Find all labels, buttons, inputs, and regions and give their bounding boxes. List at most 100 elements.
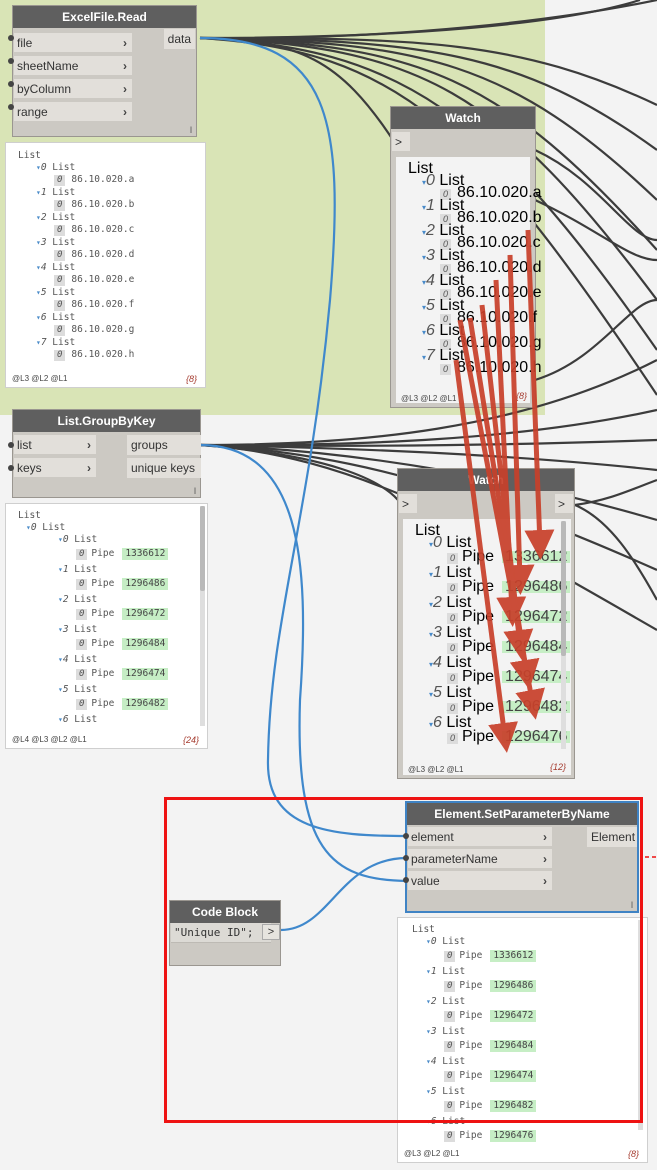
list-index-badge: 0 — [444, 981, 456, 992]
input-port-file[interactable]: file › — [14, 33, 132, 53]
scrollbar-thumb[interactable] — [200, 506, 205, 591]
element-type: Pipe — [459, 1130, 483, 1141]
list-label: List — [74, 714, 98, 725]
list-value: 86.10.020.h — [457, 359, 542, 376]
output-port-data[interactable]: data — [163, 29, 195, 49]
input-port-element[interactable]: element › — [408, 827, 552, 847]
input-port-watch[interactable]: > — [399, 494, 417, 514]
list-index-badge: 0 — [444, 951, 456, 962]
watch-node-2[interactable]: Watch > > List ▾0 List 0 Pipe 1336612 ▾1 List… — [397, 468, 575, 779]
list-label: List — [442, 1116, 466, 1127]
dynamo-canvas[interactable]: ExcelFile.Read file › sheetName › byColumn… — [0, 0, 657, 1170]
port-connector-dot[interactable] — [403, 833, 409, 839]
item-count: {8} — [185, 374, 197, 384]
setparameter-preview[interactable]: List ▾0 List 0 Pipe 1336612 ▾1 List 0 Pipe 12964… — [397, 917, 648, 1163]
preview-line: ▾5 List — [36, 287, 75, 299]
port-connector-dot[interactable] — [8, 442, 14, 448]
input-port-list[interactable]: list › — [14, 435, 96, 455]
port-connector-dot[interactable] — [403, 855, 409, 861]
input-port-range[interactable]: range › — [14, 102, 132, 122]
item-count: {24} — [182, 735, 199, 745]
excel-file-read-node[interactable]: ExcelFile.Read file › sheetName › byColumn… — [12, 5, 197, 137]
list-label: List — [52, 337, 76, 348]
port-label: file — [17, 36, 33, 50]
element-type: Pipe — [459, 1070, 483, 1081]
list-index-badge: 0 — [54, 350, 66, 361]
port-connector-dot[interactable] — [403, 877, 409, 883]
element-type: Pipe — [91, 548, 115, 559]
list-index-badge: 0 — [440, 364, 452, 375]
chevron-right-icon: › — [543, 874, 547, 888]
list-index: 1 — [430, 966, 437, 977]
list-index: 2 — [426, 222, 435, 239]
list-index: 2 — [62, 594, 69, 605]
list-value: 86.10.020.a — [71, 174, 135, 185]
port-connector-dot[interactable] — [8, 81, 14, 87]
element-type: Pipe — [462, 698, 495, 715]
preview-line: ▾3 List — [58, 624, 97, 636]
input-port-parametername[interactable]: parameterName › — [408, 849, 552, 869]
code-block-editor[interactable]: "Unique ID"; — [171, 923, 271, 943]
watch-preview[interactable]: List ▾0 List 0 86.10.020.a ▾1 List 0 86.10.020… — [396, 157, 542, 403]
node-title: ExcelFile.Read — [13, 6, 196, 28]
output-port-watch[interactable]: > — [555, 494, 573, 514]
list-index: 6 — [430, 1116, 437, 1127]
port-connector-dot[interactable] — [8, 35, 14, 41]
scrollbar-thumb[interactable] — [561, 521, 566, 656]
list-root-label: List — [18, 510, 41, 521]
list-index-badge: 0 — [54, 300, 66, 311]
list-value: 1296486 — [122, 578, 169, 590]
port-connector-dot[interactable] — [8, 104, 14, 110]
element-type: Pipe — [462, 668, 495, 685]
list-index: 5 — [40, 287, 47, 298]
list-value: 86.10.020.d — [457, 259, 542, 276]
input-port-sheetname[interactable]: sheetName › — [14, 56, 132, 76]
list-index: 1 — [433, 564, 442, 581]
preview-line: 0 Pipe 1296472 — [444, 1010, 537, 1022]
preview-line: ▾6 List — [426, 1116, 465, 1128]
output-port-code-block[interactable]: > — [262, 924, 280, 940]
list-label: List — [74, 624, 98, 635]
element-type: Pipe — [462, 548, 495, 565]
list-levels: @L3 @L2 @L1 — [408, 765, 464, 774]
list-groupbykey-node[interactable]: List.GroupByKey list › keys › groups uniqu… — [12, 409, 201, 498]
output-port-element[interactable]: Element — [587, 827, 637, 847]
input-port-keys[interactable]: keys › — [14, 458, 96, 478]
preview-line: ▾0 List — [36, 162, 75, 174]
chevron-right-icon: › — [543, 830, 547, 844]
list-index: 0 — [430, 936, 437, 947]
port-connector-dot[interactable] — [8, 465, 14, 471]
input-port-bycolumn[interactable]: byColumn › — [14, 79, 132, 99]
list-index-badge: 0 — [76, 549, 88, 560]
list-index-badge: 0 — [447, 703, 459, 714]
preview-line: 0 Pipe 1296472 — [447, 609, 571, 625]
input-port-value[interactable]: value › — [408, 871, 552, 891]
output-port-unique-keys[interactable]: unique keys — [127, 458, 201, 478]
preview-line: 0 Pipe 1296486 — [444, 980, 537, 992]
preview-line: ▾3 List — [426, 1026, 465, 1038]
list-index: 4 — [40, 262, 47, 273]
preview-line: 0 Pipe 1296486 — [447, 579, 571, 595]
preview-line: ▾2 List — [426, 996, 465, 1008]
element-setparameterbyname-node[interactable]: Element.SetParameterByName element › para… — [405, 801, 639, 913]
scrollbar[interactable] — [638, 920, 643, 1130]
element-type: Pipe — [91, 608, 115, 619]
excel-read-preview[interactable]: List ▾0 List 0 86.10.020.a ▾1 List 0 86.10.020… — [5, 142, 206, 388]
watch-node[interactable]: Watch > List ▾0 List 0 86.10.020.a ▾1 List 0 8… — [390, 106, 542, 408]
watch-preview[interactable]: List ▾0 List 0 Pipe 1336612 ▾1 List 0 Pipe 12964… — [403, 519, 571, 775]
list-index: 5 — [430, 1086, 437, 1097]
list-index: 2 — [40, 212, 47, 223]
preview-line: 0 Pipe 1336612 — [447, 548, 571, 565]
input-port-watch[interactable]: > — [392, 132, 410, 152]
output-port-groups[interactable]: groups — [127, 435, 201, 455]
preview-line: List — [18, 150, 41, 162]
code-block-node[interactable]: Code Block "Unique ID"; > — [169, 900, 281, 966]
preview-line: 0 Pipe 1296482 — [444, 1100, 537, 1112]
list-index: 1 — [40, 187, 47, 198]
groupbykey-preview[interactable]: List ▾0 List ▾0 List 0 Pipe 1336612 ▾1 List 0 Pi… — [5, 503, 208, 749]
port-connector-dot[interactable] — [8, 58, 14, 64]
preview-line: 0 Pipe 1336612 — [76, 548, 169, 560]
preview-line: 0 Pipe 1296482 — [447, 698, 571, 715]
list-label: List — [74, 594, 98, 605]
list-value: 86.10.020.e — [71, 274, 135, 285]
